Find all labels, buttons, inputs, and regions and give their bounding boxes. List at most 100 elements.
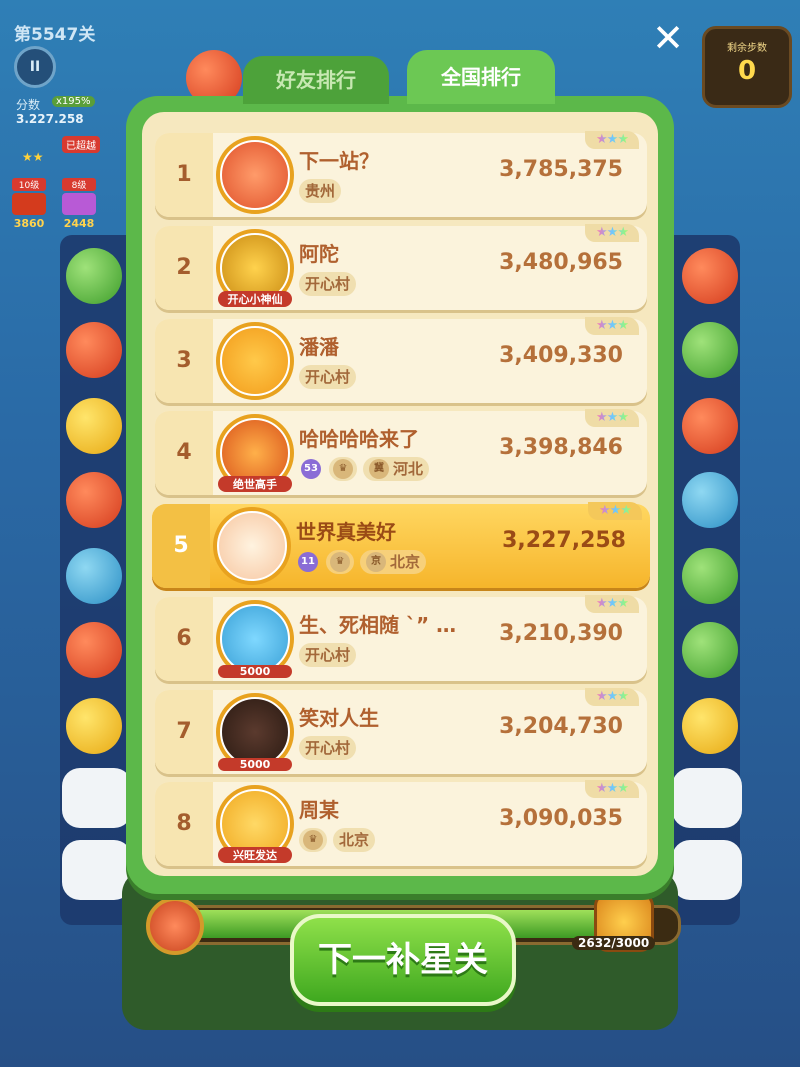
crown-icon: ♛ bbox=[333, 459, 353, 479]
score-value: 3.227.258 bbox=[16, 112, 84, 126]
leaderboard-row[interactable]: 4 绝世高手 哈哈哈哈来了 53 ♛ 冀河北 3,398,846 ★★★ bbox=[155, 409, 647, 495]
province-icon: 京 bbox=[366, 552, 386, 572]
player-name: 阿陀 bbox=[299, 242, 339, 266]
tab-friends-ranking[interactable]: 好友排行 bbox=[243, 56, 389, 104]
player-score: 3,480,965 bbox=[499, 250, 623, 275]
hud-box-2-label: 8级 bbox=[62, 178, 96, 191]
chick-avatar[interactable] bbox=[213, 507, 291, 585]
bird-avatar[interactable]: 5000 bbox=[216, 600, 294, 678]
location-tag: 京北京 bbox=[360, 550, 427, 574]
rank-number: 2 bbox=[176, 255, 192, 280]
hud-stars: ★★ bbox=[22, 150, 44, 164]
avatar-frame bbox=[216, 136, 294, 214]
sun-avatar[interactable] bbox=[216, 322, 294, 400]
leaderboard-row[interactable]: 2 开心小神仙 阿陀开心村 3,480,965 ★★★ bbox=[155, 224, 647, 310]
player-tags: 53 ♛ 冀河北 bbox=[299, 457, 430, 483]
leaderboard-row[interactable]: 3 潘潘 开心村 3,409,330 ★★★ bbox=[155, 317, 647, 403]
star-rating: ★★★ bbox=[585, 595, 639, 613]
star-rating: ★★★ bbox=[585, 409, 639, 427]
avatar-frame-label: 5000 bbox=[218, 665, 292, 678]
tab-national-ranking[interactable]: 全国排行 bbox=[407, 50, 555, 104]
score-multiplier: x195% bbox=[52, 96, 95, 107]
avatar-frame-label: 开心小神仙 bbox=[218, 291, 292, 307]
level-badge: 11 bbox=[296, 550, 320, 574]
close-icon[interactable]: ✕ bbox=[650, 19, 686, 57]
location-tag: 开心村 bbox=[299, 643, 357, 667]
star-rating: ★★★ bbox=[588, 502, 642, 520]
next-star-level-button[interactable]: 下一补星关 bbox=[290, 914, 516, 1006]
player-tags: 贵州 bbox=[299, 179, 342, 205]
player-score: 3,398,846 bbox=[499, 435, 623, 460]
score-label: 分数 bbox=[16, 98, 41, 112]
player-name: 生、死相随 ˋ” … bbox=[299, 613, 457, 637]
hud-box-2: 8级 2448 bbox=[62, 178, 96, 230]
player-score: 3,204,730 bbox=[499, 714, 623, 739]
rank-number: 4 bbox=[176, 440, 192, 465]
monk-avatar[interactable]: 开心小神仙 bbox=[216, 229, 294, 307]
avatar-frame-label: 兴旺发达 bbox=[218, 847, 292, 863]
flower-bud-icon bbox=[146, 897, 204, 955]
leaderboard-row[interactable]: 6 5000 生、死相随 ˋ” … 开心村 3,210,390 ★★★ bbox=[155, 595, 647, 681]
star-icons: ★★★ bbox=[596, 689, 629, 704]
star-icons: ★★★ bbox=[599, 503, 632, 518]
hud-box-1-label: 10级 bbox=[12, 178, 46, 191]
player-tags: 11 ♛ 京北京 bbox=[296, 550, 427, 576]
star-icons: ★★★ bbox=[596, 410, 629, 425]
rank-number: 7 bbox=[176, 719, 192, 744]
player-name: 周某 bbox=[299, 798, 339, 822]
location-text: 北京 bbox=[339, 831, 370, 849]
crown-badge: ♛ bbox=[299, 828, 327, 852]
star-icons: ★★★ bbox=[596, 225, 629, 240]
fox-avatar[interactable] bbox=[216, 136, 294, 214]
player-tags: ♛ 北京 bbox=[299, 828, 376, 854]
leaderboard-row[interactable]: 1 下一站？ 贵州 3,785,375 ★★★ bbox=[155, 131, 647, 217]
location-tag: 冀河北 bbox=[363, 457, 430, 481]
star-icons: ★★★ bbox=[596, 781, 629, 796]
crown-badge: ♛ bbox=[326, 550, 354, 574]
location-tag: 北京 bbox=[333, 828, 376, 852]
location-tag: 开心村 bbox=[299, 736, 357, 760]
player-name: 下一站？ bbox=[299, 149, 379, 173]
location-text: 河北 bbox=[393, 460, 424, 478]
location-text: 北京 bbox=[390, 553, 421, 571]
star-rating: ★★★ bbox=[585, 688, 639, 706]
star-icons: ★★★ bbox=[596, 318, 629, 333]
leaderboard-row[interactable]: 5 世界真美好 11 ♛ 京北京 3,227,258 ★★★ bbox=[152, 502, 650, 588]
star-icons: ★★★ bbox=[596, 596, 629, 611]
province-icon: 冀 bbox=[369, 459, 389, 479]
player-score: 3,090,035 bbox=[499, 806, 623, 831]
hud-box-1: 10级 3860 bbox=[12, 178, 46, 230]
star-rating: ★★★ bbox=[585, 317, 639, 335]
steps-counter: 剩余步数 0 bbox=[702, 26, 792, 108]
duck-avatar[interactable]: 兴旺发达 bbox=[216, 785, 294, 863]
crown-icon: ♛ bbox=[330, 552, 350, 572]
crown-icon: ♛ bbox=[303, 830, 323, 850]
star-rating: ★★★ bbox=[585, 131, 639, 149]
player-tags: 开心村 bbox=[299, 736, 357, 762]
star-rating: ★★★ bbox=[585, 780, 639, 798]
leaderboard-row[interactable]: 7 5000 笑对人生 开心村 3,204,730 ★★★ bbox=[155, 688, 647, 774]
location-tag: 开心村 bbox=[299, 272, 357, 296]
steps-value: 0 bbox=[737, 56, 757, 86]
player-name: 哈哈哈哈来了 bbox=[299, 427, 419, 451]
star-rating: ★★★ bbox=[585, 224, 639, 242]
hud-box-2-icon bbox=[62, 193, 96, 215]
level-badge-icon: 11 bbox=[298, 552, 318, 572]
passed-badge: 已超越 bbox=[62, 136, 100, 153]
player-tags: 开心村 bbox=[299, 272, 357, 298]
leaderboard-row[interactable]: 8 兴旺发达 周某 ♛ 北京 3,090,035 ★★★ bbox=[155, 780, 647, 866]
player-score: 3,210,390 bbox=[499, 621, 623, 646]
player-score: 3,227,258 bbox=[502, 528, 626, 553]
location-tag: 开心村 bbox=[299, 365, 357, 389]
rank-number: 8 bbox=[176, 811, 192, 836]
player-name: 潘潘 bbox=[299, 335, 339, 359]
player-score: 3,785,375 bbox=[499, 157, 623, 182]
pause-icon[interactable]: II bbox=[14, 46, 56, 88]
warrior-avatar[interactable]: 绝世高手 bbox=[216, 414, 294, 492]
hud-box-1-icon bbox=[12, 193, 46, 215]
photo-avatar[interactable]: 5000 bbox=[216, 693, 294, 771]
hud-box-1-value: 3860 bbox=[13, 217, 45, 230]
player-score: 3,409,330 bbox=[499, 343, 623, 368]
star-icons: ★★★ bbox=[596, 132, 629, 147]
steps-label: 剩余步数 bbox=[727, 43, 767, 54]
